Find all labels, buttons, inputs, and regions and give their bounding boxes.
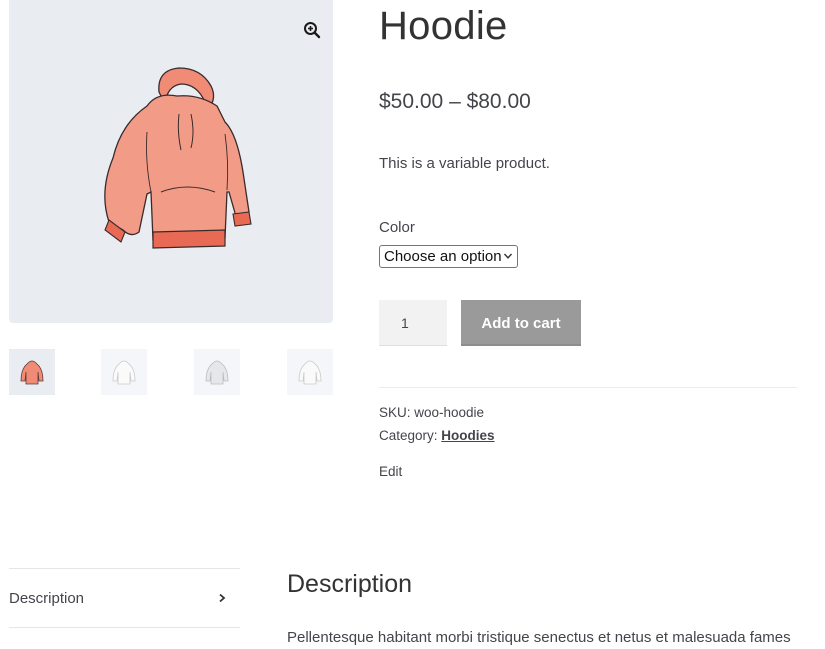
tabs-divider [9, 627, 240, 628]
product-price: $50.00 – $80.00 [379, 90, 531, 113]
description-body: Pellentesque habitant morbi tristique se… [287, 629, 791, 646]
hoodie-thumb-icon [112, 360, 136, 385]
sku-text: SKU: woo-hoodie [379, 405, 485, 420]
color-select[interactable]: Choose an option [379, 245, 518, 268]
edit-link[interactable]: Edit [379, 463, 402, 481]
color-label: Color [379, 219, 415, 236]
hoodie-thumb-icon [205, 360, 229, 385]
thumbnail-strip [9, 349, 333, 395]
thumbnail-1[interactable] [9, 349, 55, 395]
quantity-value: 1 [401, 314, 409, 331]
add-to-cart-button[interactable]: Add to cart [461, 300, 581, 346]
chevron-right-icon [219, 593, 226, 603]
quantity-input[interactable]: 1 [379, 300, 447, 346]
thumbnail-2[interactable] [101, 349, 147, 395]
zoom-in-icon [304, 22, 321, 39]
category-line: Category: Hoodies [379, 427, 495, 445]
thumbnail-4[interactable] [287, 349, 333, 395]
product-main-image[interactable] [9, 0, 333, 323]
category-prefix: Category: [379, 428, 438, 443]
short-description: This is a variable product. [379, 155, 550, 172]
description-heading: Description [287, 570, 413, 598]
hoodie-thumb-icon [298, 360, 322, 385]
chevron-down-icon [503, 253, 513, 259]
product-title: Hoodie [379, 4, 508, 48]
thumbnail-3[interactable] [194, 349, 240, 395]
zoom-button[interactable] [294, 12, 330, 48]
hoodie-thumb-icon [20, 360, 44, 385]
category-link[interactable]: Hoodies [441, 428, 494, 443]
hoodie-image [104, 67, 252, 249]
tab-label: Description [9, 589, 85, 607]
tab-description[interactable]: Description [9, 569, 240, 627]
color-select-value: Choose an option [384, 248, 502, 265]
meta-divider [379, 387, 797, 388]
